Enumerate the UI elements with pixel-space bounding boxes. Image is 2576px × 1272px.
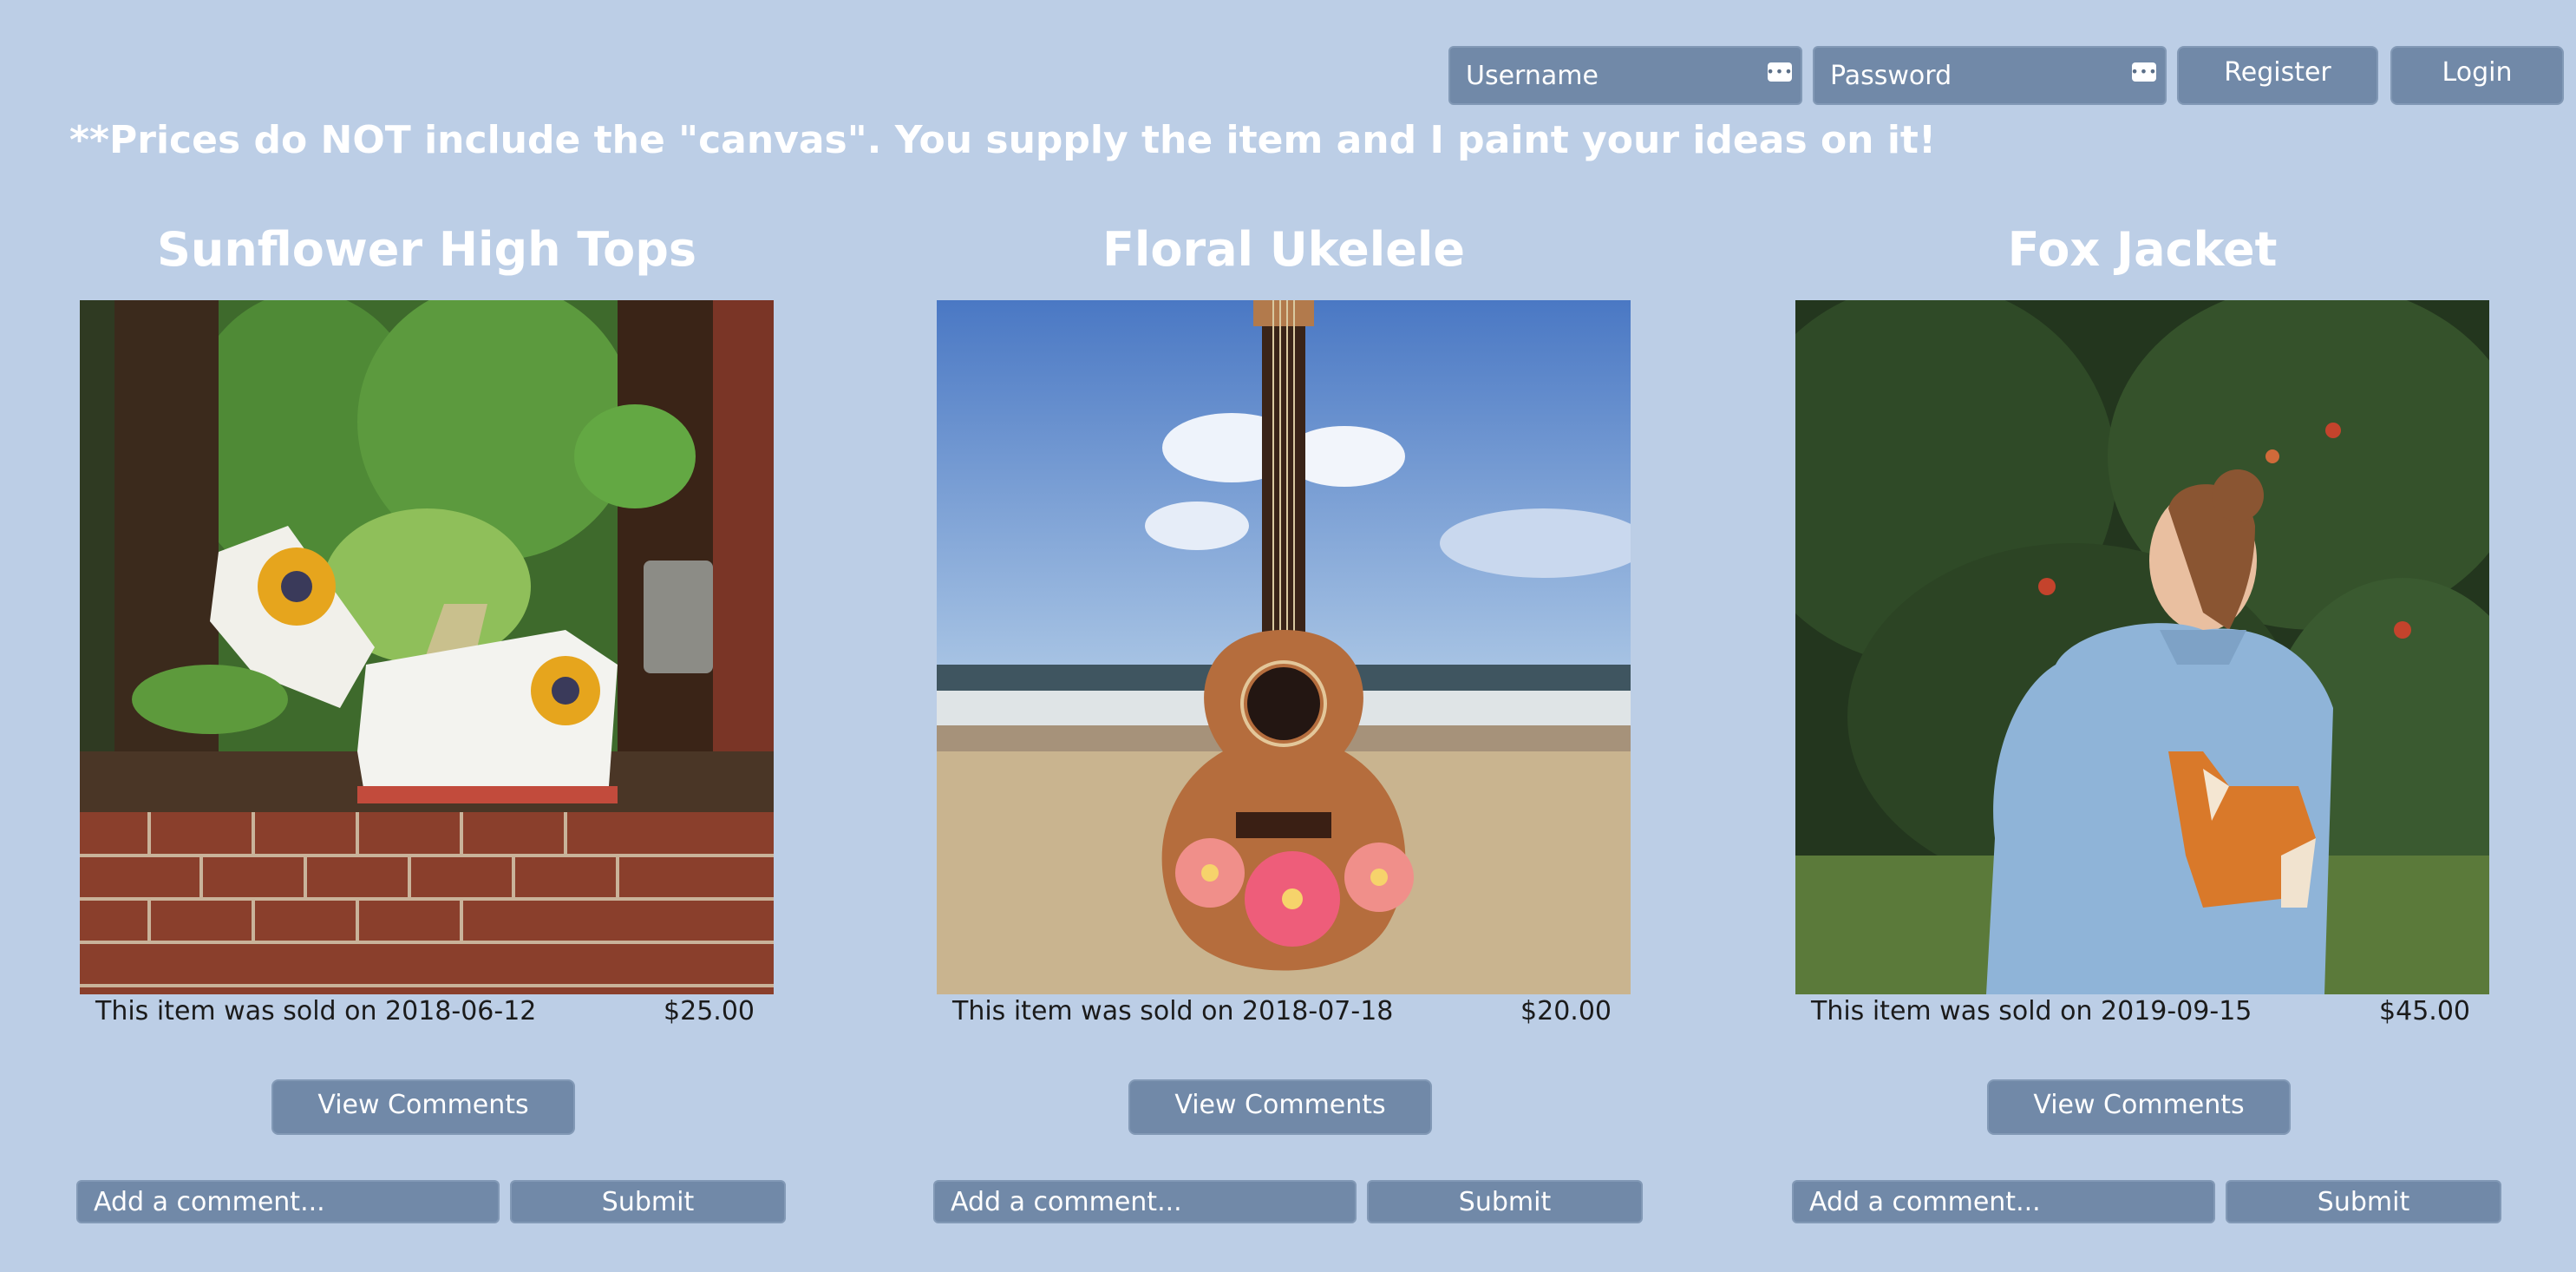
view-comments-button[interactable]: View Comments: [271, 1079, 575, 1135]
price-label: $45.00: [2379, 996, 2470, 1026]
view-comments-button[interactable]: View Comments: [1987, 1079, 2291, 1135]
password-input[interactable]: [1813, 46, 2167, 105]
product-photo-fox-jacket: [1795, 300, 2489, 994]
pricing-notice: **Prices do NOT include the "canvas". Yo…: [69, 118, 1937, 162]
submit-comment-button[interactable]: Submit: [2226, 1180, 2501, 1223]
submit-comment-button[interactable]: Submit: [1367, 1180, 1643, 1223]
comment-input[interactable]: [933, 1180, 1357, 1223]
sold-date-text: This item was sold on 2019-09-15: [1811, 996, 2252, 1026]
product-title: Sunflower High Tops: [156, 222, 696, 277]
register-button[interactable]: Register: [2177, 46, 2378, 105]
sold-date-text: This item was sold on 2018-06-12: [95, 996, 537, 1026]
view-comments-button[interactable]: View Comments: [1128, 1079, 1432, 1135]
username-input[interactable]: [1448, 46, 1802, 105]
login-button[interactable]: Login: [2390, 46, 2564, 105]
product-card-fox-jacket: Fox Jacket This item was sold on 2019-09…: [1716, 217, 2501, 1258]
product-title: Fox Jacket: [2007, 222, 2278, 277]
product-card-floral-ukelele: Floral Ukelele This item was sold on 201…: [857, 217, 1643, 1258]
sold-date-text: This item was sold on 2018-07-18: [952, 996, 1394, 1026]
product-photo-high-tops: [80, 300, 774, 994]
price-label: $25.00: [664, 996, 755, 1026]
product-photo-ukelele: [937, 300, 1631, 994]
price-label: $20.00: [1520, 996, 1612, 1026]
product-title: Floral Ukelele: [1102, 222, 1466, 277]
comment-input[interactable]: [76, 1180, 500, 1223]
comment-input[interactable]: [1792, 1180, 2215, 1223]
key-icon[interactable]: •••: [1766, 62, 1793, 82]
product-card-sunflower-high-tops: Sunflower High Tops This item was sold o…: [0, 217, 786, 1258]
submit-comment-button[interactable]: Submit: [510, 1180, 786, 1223]
key-icon[interactable]: •••: [2130, 62, 2157, 82]
